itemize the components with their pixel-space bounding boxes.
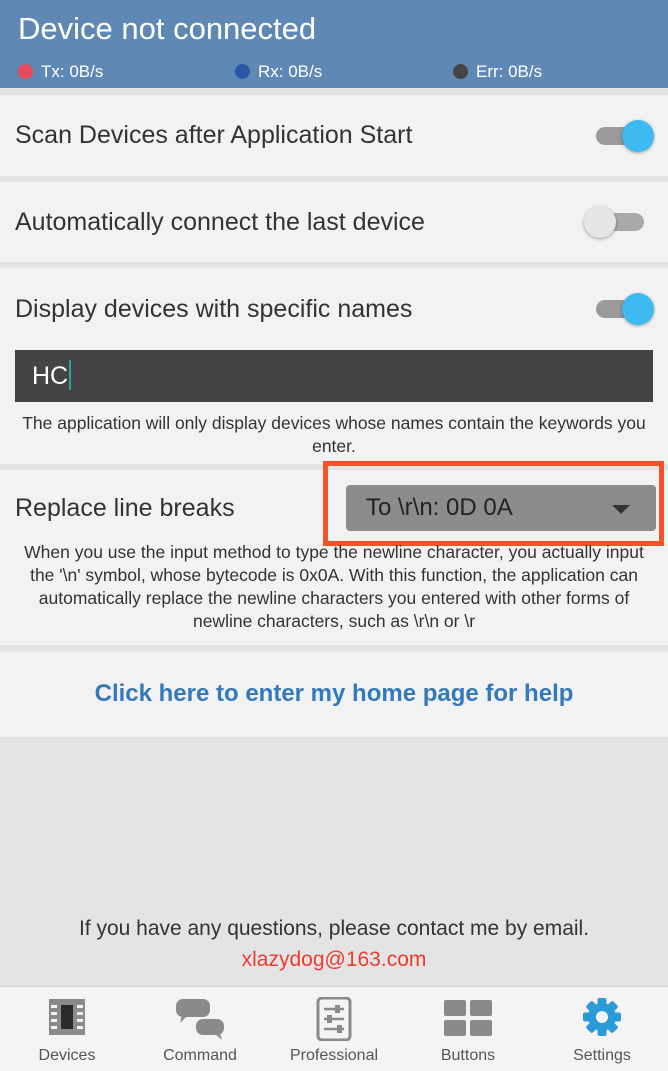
line-breaks-hint: When you use the input method to type th… bbox=[24, 542, 644, 631]
rx-stat: Rx: 0B/s bbox=[235, 62, 322, 82]
setting-row-auto-connect[interactable]: Automatically connect the last device bbox=[0, 182, 668, 262]
nav-tab-settings[interactable]: Settings bbox=[535, 987, 668, 1071]
err-stat: Err: 0B/s bbox=[453, 62, 542, 82]
tx-stat: Tx: 0B/s bbox=[18, 62, 103, 82]
chat-icon bbox=[176, 999, 224, 1040]
connection-status-title: Device not connected bbox=[18, 11, 317, 46]
bottom-navigation: Devices Command Professional Buttons Set… bbox=[0, 986, 668, 1071]
chip-icon bbox=[49, 999, 85, 1035]
name-filter-hint: The application will only display device… bbox=[22, 413, 646, 456]
nav-tab-command[interactable]: Command bbox=[133, 987, 267, 1071]
err-stat-text: Err: 0B/s bbox=[476, 62, 543, 81]
device-name-filter-value: HC bbox=[32, 362, 69, 390]
text-cursor bbox=[69, 360, 72, 390]
name-filter-label: Display devices with specific names bbox=[15, 295, 413, 323]
tx-indicator-dot bbox=[18, 64, 33, 79]
toggle-thumb bbox=[622, 120, 654, 152]
scan-on-start-label: Scan Devices after Application Start bbox=[15, 121, 413, 149]
name-filter-toggle[interactable] bbox=[590, 291, 656, 327]
highlight-annotation-box bbox=[323, 461, 664, 546]
nav-tab-professional[interactable]: Professional bbox=[267, 987, 401, 1071]
nav-label-professional: Professional bbox=[289, 1047, 379, 1064]
nav-label-devices: Devices bbox=[38, 1047, 96, 1064]
nav-label-command: Command bbox=[163, 1047, 237, 1064]
contact-email-link[interactable]: xlazydog@163.com bbox=[0, 948, 668, 972]
line-breaks-label: Replace line breaks bbox=[15, 494, 235, 522]
scan-on-start-toggle[interactable] bbox=[590, 118, 656, 154]
rx-stat-text: Rx: 0B/s bbox=[258, 62, 323, 81]
nav-tab-devices[interactable]: Devices bbox=[0, 987, 134, 1071]
tx-stat-text: Tx: 0B/s bbox=[41, 62, 104, 81]
nav-label-buttons: Buttons bbox=[440, 1047, 496, 1064]
err-indicator-dot bbox=[453, 64, 468, 79]
device-name-filter-input[interactable]: HC bbox=[15, 350, 653, 402]
auto-connect-label: Automatically connect the last device bbox=[15, 208, 425, 236]
setting-row-scan-on-start[interactable]: Scan Devices after Application Start bbox=[0, 95, 668, 176]
auto-connect-toggle[interactable] bbox=[584, 204, 650, 240]
grid-icon bbox=[444, 1000, 492, 1036]
nav-label-settings: Settings bbox=[573, 1047, 631, 1064]
help-home-page-link[interactable]: Click here to enter my home page for hel… bbox=[0, 680, 668, 708]
nav-tab-buttons[interactable]: Buttons bbox=[401, 987, 535, 1071]
contact-text: If you have any questions, please contac… bbox=[78, 917, 590, 940]
sliders-icon bbox=[316, 997, 352, 1041]
gear-icon bbox=[583, 998, 621, 1036]
rx-indicator-dot bbox=[235, 64, 250, 79]
toggle-thumb bbox=[622, 293, 654, 325]
status-header: Device not connected Tx: 0B/s Rx: 0B/s E… bbox=[0, 0, 668, 88]
toggle-thumb bbox=[584, 206, 616, 238]
